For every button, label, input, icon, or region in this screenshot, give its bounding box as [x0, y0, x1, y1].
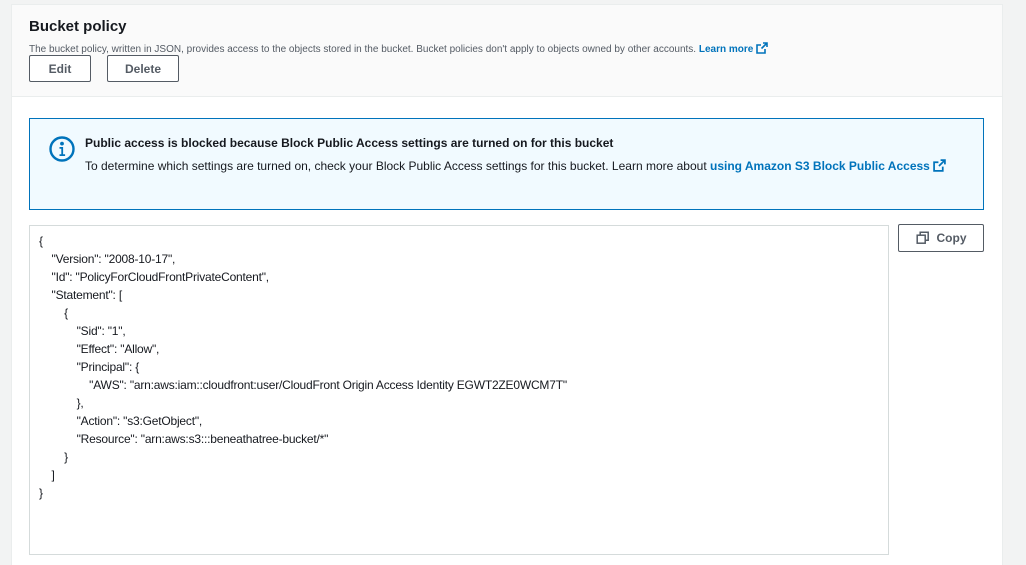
page-title: Bucket policy — [29, 18, 127, 35]
bucket-policy-panel: Bucket policy The bucket policy, written… — [11, 4, 1003, 565]
policy-description: The bucket policy, written in JSON, prov… — [29, 42, 769, 55]
description-text: The bucket policy, written in JSON, prov… — [29, 44, 697, 55]
alert-title: Public access is blocked because Block P… — [85, 136, 614, 150]
copy-icon — [915, 231, 929, 244]
block-public-access-link[interactable]: using Amazon S3 Block Public Access — [710, 159, 946, 173]
edit-button[interactable]: Edit — [29, 55, 91, 82]
learn-more-link[interactable]: Learn more — [698, 42, 769, 55]
external-link-icon — [756, 42, 769, 54]
public-access-alert: Public access is blocked because Block P… — [29, 118, 984, 210]
external-link-icon — [933, 159, 946, 172]
info-icon — [49, 136, 75, 162]
copy-label: Copy — [936, 231, 967, 245]
policy-json-text: { "Version": "2008-10-17", "Id": "Policy… — [39, 234, 567, 500]
policy-code-box[interactable]: { "Version": "2008-10-17", "Id": "Policy… — [29, 225, 889, 555]
copy-button[interactable]: Copy — [898, 224, 984, 252]
learn-more-label: Learn more — [698, 44, 754, 55]
delete-button[interactable]: Delete — [107, 55, 179, 82]
block-public-access-link-label: using Amazon S3 Block Public Access — [710, 159, 930, 173]
panel-header: Bucket policy The bucket policy, written… — [12, 5, 1002, 97]
alert-body: To determine which settings are turned o… — [85, 156, 965, 176]
alert-body-text: To determine which settings are turned o… — [85, 159, 707, 173]
